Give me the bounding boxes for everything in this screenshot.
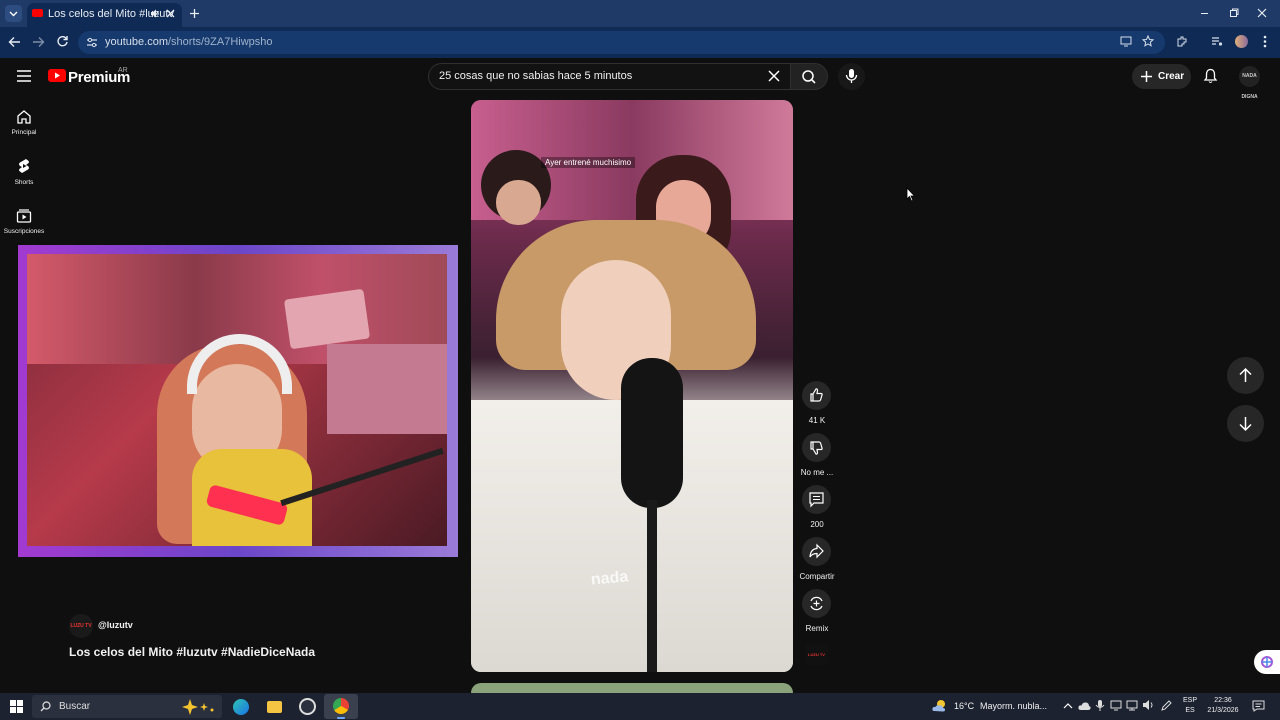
extensions-icon[interactable] [1176,35,1188,47]
copilot-sparkle-icon [182,699,214,715]
network-icon[interactable] [1126,699,1138,711]
video-watermark: nada [590,568,629,589]
chrome-taskbar-button[interactable] [324,694,358,719]
weather-description[interactable]: Mayorm. nubla... [980,701,1047,711]
mouse-cursor-icon [906,187,916,202]
video-title[interactable]: Los celos del Mito #luzutv #NadieDiceNad… [69,645,315,659]
share-button[interactable] [802,537,831,566]
comment-count: 200 [810,520,824,529]
arrow-down-icon [1239,417,1252,432]
clear-search-icon[interactable] [768,70,780,82]
windows-start-icon[interactable] [10,700,23,713]
chrome-icon [333,698,349,714]
new-tab-icon[interactable] [189,8,200,19]
notification-center-icon[interactable] [1252,700,1265,712]
sidebar-item-label: Suscripciones [3,228,45,235]
input-language-sub: ES [1185,707,1195,714]
youtube-logo-icon[interactable] [48,69,66,82]
url-domain: youtube.com [105,36,168,48]
youtube-favicon-icon [32,9,43,17]
short-video-player[interactable]: nada [471,100,793,672]
bookmark-star-icon[interactable] [1142,35,1154,47]
home-icon [17,110,31,124]
microphone-icon [845,69,858,83]
thumbs-up-icon [810,388,823,402]
close-tab-icon[interactable] [166,9,175,18]
site-info-icon[interactable] [86,37,98,48]
sidebar-item-label: Principal [11,129,37,136]
display-tray-icon[interactable] [1110,700,1122,711]
search-icon [802,70,816,84]
account-avatar[interactable]: NADA DIGNA [1239,66,1260,100]
sidebar-item-principal[interactable]: Principal [0,105,48,141]
speaker-icon[interactable] [150,9,160,18]
video-caption: Ayer entrené muchisimo [541,157,636,168]
remix-label: Remix [805,624,829,633]
comment-icon [809,492,824,508]
profile-avatar[interactable] [1235,35,1248,48]
hamburger-menu-icon[interactable] [17,70,31,82]
chevron-up-icon[interactable] [1063,702,1073,710]
plus-icon [1141,71,1152,82]
like-count: 41 K [808,416,826,425]
next-short-button[interactable] [1227,405,1264,442]
create-label: Crear [1158,71,1185,82]
weather-cloud-icon[interactable] [931,698,949,713]
sidebar-item-suscripciones[interactable]: Suscripciones [0,204,48,240]
weather-temperature[interactable]: 16°C [954,701,974,711]
search-query[interactable]: 25 cosas que no sabias hace 5 minutos [439,70,632,82]
subscriptions-icon [16,209,32,223]
install-app-icon[interactable] [1120,36,1132,47]
shorts-icon [19,159,29,173]
input-language[interactable]: ESP [1178,697,1202,704]
assistant-icon [1261,656,1273,668]
arrow-up-icon [1239,367,1252,382]
previous-short-button[interactable] [1227,357,1264,394]
comments-button[interactable] [802,485,831,514]
obs-icon[interactable] [299,698,316,715]
clock-time[interactable]: 22:36 [1203,697,1243,704]
onedrive-icon[interactable] [1078,700,1091,711]
dislike-label: No me ... [800,468,834,477]
close-window-icon[interactable] [1257,8,1267,18]
microphone-tray-icon[interactable] [1095,699,1105,712]
minimize-icon[interactable] [1200,9,1209,18]
taskbar-search-placeholder: Buscar [59,701,91,712]
remix-button[interactable] [802,589,831,618]
chevron-down-icon [9,11,18,17]
forward-icon[interactable] [32,36,45,48]
share-label: Compartir [799,572,835,581]
clock-date[interactable]: 21/3/2026 [1203,707,1243,714]
webcam-overlay [18,245,458,557]
taskbar-search-icon [40,701,51,712]
webcam-feed-image [27,254,447,546]
url-path: /shorts/9ZA7Hiwpsho [167,36,273,48]
pen-icon[interactable] [1160,699,1173,712]
dislike-button[interactable] [802,433,831,462]
reload-icon[interactable] [56,35,69,48]
search-button[interactable] [790,63,828,90]
sidebar-item-shorts[interactable]: Shorts [0,155,48,191]
channel-handle[interactable]: @luzutv [98,620,133,630]
region-code: AR [118,67,128,74]
file-explorer-icon[interactable] [267,701,282,713]
volume-icon[interactable] [1142,699,1155,711]
thumbs-down-icon [810,441,823,455]
notifications-bell-icon[interactable] [1203,68,1218,84]
side-panel-button[interactable] [1254,650,1280,674]
edge-browser-icon[interactable] [233,699,249,715]
share-icon [809,543,824,559]
url-text[interactable]: youtube.com/shorts/9ZA7Hiwpsho [105,36,273,48]
restore-icon[interactable] [1229,8,1239,18]
channel-avatar[interactable]: LUZU TV [69,614,93,638]
like-button[interactable] [802,381,831,410]
audio-thumbnail[interactable]: LUZU TV [805,643,828,666]
voice-search-button[interactable] [838,63,865,90]
back-icon[interactable] [8,36,21,48]
more-menu-icon[interactable] [1262,35,1268,48]
media-control-icon[interactable] [1211,36,1223,47]
tab-list-button[interactable] [5,5,22,22]
sidebar-item-label: Shorts [14,179,34,186]
remix-icon [810,596,823,611]
